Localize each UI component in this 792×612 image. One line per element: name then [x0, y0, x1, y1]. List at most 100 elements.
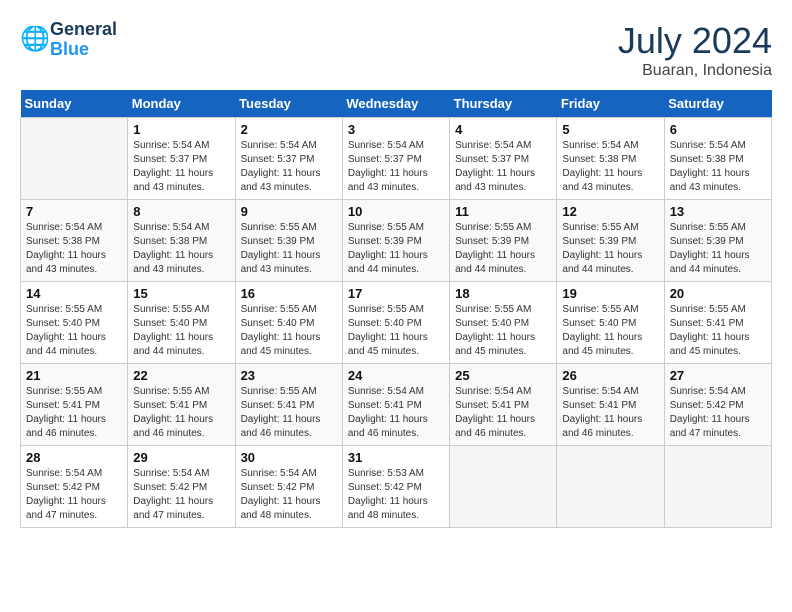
calendar-cell: 20 Sunrise: 5:55 AM Sunset: 5:41 PM Dayli… — [664, 282, 771, 364]
day-number: 21 — [26, 368, 122, 383]
svg-text:🌐: 🌐 — [20, 26, 48, 53]
calendar-cell: 9 Sunrise: 5:55 AM Sunset: 5:39 PM Daylig… — [235, 200, 342, 282]
day-number: 2 — [241, 122, 337, 137]
day-info: Sunrise: 5:54 AM Sunset: 5:37 PM Dayligh… — [241, 139, 337, 195]
calendar-cell: 16 Sunrise: 5:55 AM Sunset: 5:40 PM Dayli… — [235, 282, 342, 364]
calendar-cell: 4Sunrise: 5:54 AM Sunset: 5:37 PM Daylig… — [450, 118, 557, 200]
calendar-cell: 10 Sunrise: 5:55 AM Sunset: 5:39 PM Dayli… — [342, 200, 449, 282]
day-number: 11 — [455, 204, 551, 219]
weekday-header-cell: Wednesday — [342, 90, 449, 118]
day-info: Sunrise: 5:54 AM Sunset: 5:38 PM Dayligh… — [562, 139, 658, 195]
calendar-cell: 31 Sunrise: 5:53 AM Sunset: 5:42 PM Dayli… — [342, 446, 449, 528]
day-info: Sunrise: 5:55 AM Sunset: 5:39 PM Dayligh… — [348, 221, 444, 277]
day-number: 20 — [670, 286, 766, 301]
calendar-cell: 14 Sunrise: 5:55 AM Sunset: 5:40 PM Dayli… — [21, 282, 128, 364]
calendar-cell — [557, 446, 664, 528]
day-info: Sunrise: 5:55 AM Sunset: 5:40 PM Dayligh… — [455, 303, 551, 359]
day-number: 27 — [670, 368, 766, 383]
day-info: Sunrise: 5:55 AM Sunset: 5:40 PM Dayligh… — [26, 303, 122, 359]
weekday-header-cell: Friday — [557, 90, 664, 118]
day-number: 8 — [133, 204, 229, 219]
day-info: Sunrise: 5:54 AM Sunset: 5:41 PM Dayligh… — [562, 385, 658, 441]
day-number: 23 — [241, 368, 337, 383]
calendar-week-row: 1Sunrise: 5:54 AM Sunset: 5:37 PM Daylig… — [21, 118, 772, 200]
calendar-cell: 21 Sunrise: 5:55 AM Sunset: 5:41 PM Dayli… — [21, 364, 128, 446]
day-number: 31 — [348, 450, 444, 465]
calendar-cell: 2 Sunrise: 5:54 AM Sunset: 5:37 PM Daylig… — [235, 118, 342, 200]
calendar-cell: 18Sunrise: 5:55 AM Sunset: 5:40 PM Dayli… — [450, 282, 557, 364]
calendar-cell: 1Sunrise: 5:54 AM Sunset: 5:37 PM Daylig… — [128, 118, 235, 200]
calendar-week-row: 7Sunrise: 5:54 AM Sunset: 5:38 PM Daylig… — [21, 200, 772, 282]
weekday-header-row: SundayMondayTuesdayWednesdayThursdayFrid… — [21, 90, 772, 118]
weekday-header-cell: Thursday — [450, 90, 557, 118]
day-info: Sunrise: 5:55 AM Sunset: 5:41 PM Dayligh… — [241, 385, 337, 441]
calendar-cell: 27 Sunrise: 5:54 AM Sunset: 5:42 PM Dayli… — [664, 364, 771, 446]
page-header: 🌐 General Blue July 2024 Buaran, Indones… — [20, 20, 772, 80]
day-info: Sunrise: 5:54 AM Sunset: 5:42 PM Dayligh… — [670, 385, 766, 441]
location: Buaran, Indonesia — [618, 62, 772, 80]
day-info: Sunrise: 5:54 AM Sunset: 5:38 PM Dayligh… — [26, 221, 122, 277]
calendar-cell: 15Sunrise: 5:55 AM Sunset: 5:40 PM Dayli… — [128, 282, 235, 364]
day-info: Sunrise: 5:55 AM Sunset: 5:41 PM Dayligh… — [26, 385, 122, 441]
calendar-cell: 5Sunrise: 5:54 AM Sunset: 5:38 PM Daylig… — [557, 118, 664, 200]
day-info: Sunrise: 5:54 AM Sunset: 5:38 PM Dayligh… — [670, 139, 766, 195]
day-number: 13 — [670, 204, 766, 219]
day-info: Sunrise: 5:54 AM Sunset: 5:41 PM Dayligh… — [455, 385, 551, 441]
day-info: Sunrise: 5:55 AM Sunset: 5:40 PM Dayligh… — [348, 303, 444, 359]
calendar-week-row: 14 Sunrise: 5:55 AM Sunset: 5:40 PM Dayli… — [21, 282, 772, 364]
weekday-header-cell: Monday — [128, 90, 235, 118]
day-info: Sunrise: 5:55 AM Sunset: 5:41 PM Dayligh… — [133, 385, 229, 441]
day-info: Sunrise: 5:55 AM Sunset: 5:39 PM Dayligh… — [455, 221, 551, 277]
calendar-cell: 26Sunrise: 5:54 AM Sunset: 5:41 PM Dayli… — [557, 364, 664, 446]
calendar-cell — [664, 446, 771, 528]
weekday-header-cell: Tuesday — [235, 90, 342, 118]
calendar-cell: 24 Sunrise: 5:54 AM Sunset: 5:41 PM Dayli… — [342, 364, 449, 446]
day-info: Sunrise: 5:55 AM Sunset: 5:41 PM Dayligh… — [670, 303, 766, 359]
day-info: Sunrise: 5:54 AM Sunset: 5:37 PM Dayligh… — [348, 139, 444, 195]
day-info: Sunrise: 5:55 AM Sunset: 5:40 PM Dayligh… — [133, 303, 229, 359]
day-number: 17 — [348, 286, 444, 301]
weekday-header-cell: Sunday — [21, 90, 128, 118]
calendar-cell: 8 Sunrise: 5:54 AM Sunset: 5:38 PM Daylig… — [128, 200, 235, 282]
day-number: 12 — [562, 204, 658, 219]
day-number: 9 — [241, 204, 337, 219]
title-block: July 2024 Buaran, Indonesia — [618, 20, 772, 80]
day-info: Sunrise: 5:54 AM Sunset: 5:38 PM Dayligh… — [133, 221, 229, 277]
calendar-table: SundayMondayTuesdayWednesdayThursdayFrid… — [20, 90, 772, 528]
day-number: 30 — [241, 450, 337, 465]
day-info: Sunrise: 5:55 AM Sunset: 5:39 PM Dayligh… — [241, 221, 337, 277]
calendar-cell: 23 Sunrise: 5:55 AM Sunset: 5:41 PM Dayli… — [235, 364, 342, 446]
day-info: Sunrise: 5:54 AM Sunset: 5:42 PM Dayligh… — [133, 467, 229, 523]
calendar-cell: 30Sunrise: 5:54 AM Sunset: 5:42 PM Dayli… — [235, 446, 342, 528]
day-number: 22 — [133, 368, 229, 383]
day-number: 3 — [348, 122, 444, 137]
day-number: 24 — [348, 368, 444, 383]
day-info: Sunrise: 5:55 AM Sunset: 5:40 PM Dayligh… — [241, 303, 337, 359]
day-number: 28 — [26, 450, 122, 465]
day-number: 16 — [241, 286, 337, 301]
day-info: Sunrise: 5:54 AM Sunset: 5:41 PM Dayligh… — [348, 385, 444, 441]
day-info: Sunrise: 5:54 AM Sunset: 5:37 PM Dayligh… — [455, 139, 551, 195]
logo: 🌐 General Blue — [20, 20, 117, 60]
day-number: 10 — [348, 204, 444, 219]
day-info: Sunrise: 5:55 AM Sunset: 5:39 PM Dayligh… — [670, 221, 766, 277]
calendar-cell: 11 Sunrise: 5:55 AM Sunset: 5:39 PM Dayli… — [450, 200, 557, 282]
day-number: 14 — [26, 286, 122, 301]
month-title: July 2024 — [618, 20, 772, 62]
day-number: 29 — [133, 450, 229, 465]
calendar-cell: 19Sunrise: 5:55 AM Sunset: 5:40 PM Dayli… — [557, 282, 664, 364]
calendar-week-row: 21 Sunrise: 5:55 AM Sunset: 5:41 PM Dayli… — [21, 364, 772, 446]
calendar-cell: 12 Sunrise: 5:55 AM Sunset: 5:39 PM Dayli… — [557, 200, 664, 282]
day-info: Sunrise: 5:55 AM Sunset: 5:39 PM Dayligh… — [562, 221, 658, 277]
calendar-cell: 28Sunrise: 5:54 AM Sunset: 5:42 PM Dayli… — [21, 446, 128, 528]
day-info: Sunrise: 5:55 AM Sunset: 5:40 PM Dayligh… — [562, 303, 658, 359]
calendar-cell: 25 Sunrise: 5:54 AM Sunset: 5:41 PM Dayli… — [450, 364, 557, 446]
calendar-cell: 13 Sunrise: 5:55 AM Sunset: 5:39 PM Dayli… — [664, 200, 771, 282]
calendar-cell: 22 Sunrise: 5:55 AM Sunset: 5:41 PM Dayli… — [128, 364, 235, 446]
calendar-week-row: 28 Sunrise: 5:54 AM Sunset: 5:42 PM Dayli… — [21, 446, 772, 528]
logo-text: General Blue — [50, 20, 117, 60]
calendar-cell: 3 Sunrise: 5:54 AM Sunset: 5:37 PM Daylig… — [342, 118, 449, 200]
calendar-cell: 17 Sunrise: 5:55 AM Sunset: 5:40 PM Dayli… — [342, 282, 449, 364]
day-info: Sunrise: 5:53 AM Sunset: 5:42 PM Dayligh… — [348, 467, 444, 523]
day-number: 25 — [455, 368, 551, 383]
